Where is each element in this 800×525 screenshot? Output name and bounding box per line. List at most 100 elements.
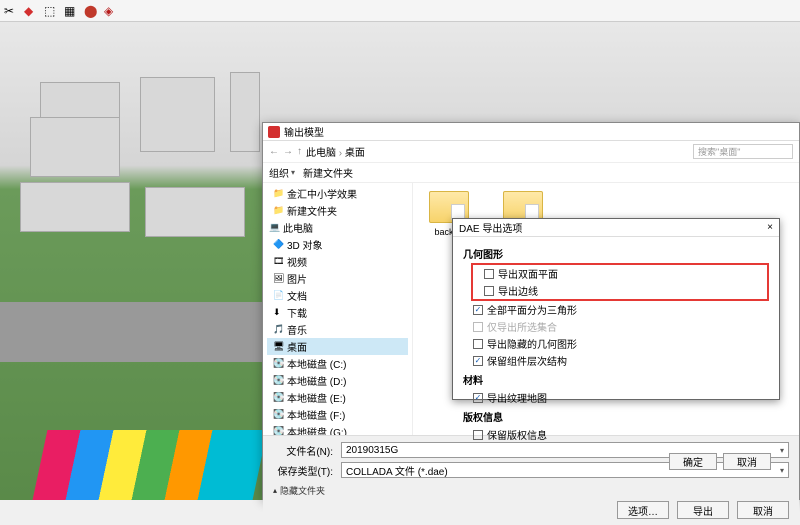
folder-icon: 💽 xyxy=(273,358,284,369)
search-input[interactable]: 搜索"桌面" xyxy=(693,144,793,159)
checkbox-label: 仅导出所选集合 xyxy=(487,319,557,334)
folder-icon: 💽 xyxy=(273,409,284,420)
options-cancel-button[interactable]: 取消 xyxy=(723,453,771,470)
checkbox-label: 保留组件层次结构 xyxy=(487,353,567,368)
tree-node-label: 本地磁盘 (C:) xyxy=(287,356,346,371)
export-button[interactable]: 导出 xyxy=(677,501,729,519)
tree-node[interactable]: 💽本地磁盘 (D:) xyxy=(267,372,408,389)
tree-node[interactable]: 📁新建文件夹 xyxy=(267,202,408,219)
tree-node-label: 本地磁盘 (G:) xyxy=(287,424,347,435)
tree-node[interactable]: 🖥桌面 xyxy=(267,338,408,355)
cancel-button[interactable]: 取消 xyxy=(737,501,789,519)
nav-up-icon[interactable]: ↑ xyxy=(297,146,302,157)
tree-node-label: 文档 xyxy=(287,288,307,303)
building-model xyxy=(30,117,120,177)
checkbox-label: 导出边线 xyxy=(498,283,538,298)
filetype-label: 保存类型(T): xyxy=(273,463,333,478)
building-model xyxy=(145,187,245,237)
checkbox-row[interactable]: ✓导出纹理地图 xyxy=(463,389,769,406)
checkbox-row[interactable]: 导出隐藏的几何图形 xyxy=(463,335,769,352)
paint-icon[interactable]: ⬤ xyxy=(84,4,98,18)
options-title: DAE 导出选项 xyxy=(459,220,522,235)
checkbox-icon xyxy=(473,339,483,349)
tree-node[interactable]: 💽本地磁盘 (E:) xyxy=(267,389,408,406)
ok-button[interactable]: 确定 xyxy=(669,453,717,470)
dae-export-options-dialog: DAE 导出选项 × 几何图形导出双面平面导出边线✓全部平面分为三角形仅导出所选… xyxy=(452,218,780,400)
tree-node-label: 本地磁盘 (E:) xyxy=(287,390,346,405)
checkbox-icon xyxy=(484,286,494,296)
tree-node-label: 新建文件夹 xyxy=(287,203,337,218)
folder-icon: 💽 xyxy=(273,375,284,386)
tree-node-label: 本地磁盘 (F:) xyxy=(287,407,345,422)
tree-node[interactable]: 🎵音乐 xyxy=(267,321,408,338)
breadcrumb[interactable]: 此电脑桌面 xyxy=(306,144,689,159)
tree-node[interactable]: 🖼图片 xyxy=(267,270,408,287)
checkbox-label: 导出隐藏的几何图形 xyxy=(487,336,577,351)
tree-node-label: 下载 xyxy=(287,305,307,320)
tree-node[interactable]: 💽本地磁盘 (G:) xyxy=(267,423,408,435)
tree-node[interactable]: 📄文档 xyxy=(267,287,408,304)
checkbox-icon xyxy=(473,322,483,332)
dialog-titlebar[interactable]: 输出模型 xyxy=(263,123,799,141)
checkbox-row[interactable]: 保留版权信息 xyxy=(463,426,769,443)
checkbox-icon: ✓ xyxy=(473,305,483,315)
checkbox-row[interactable]: 导出双面平面 xyxy=(474,265,766,282)
dialog-title: 输出模型 xyxy=(284,124,324,139)
checkbox-label: 导出双面平面 xyxy=(498,266,558,281)
tree-node-label: 音乐 xyxy=(287,322,307,337)
nav-forward-icon[interactable]: → xyxy=(283,146,293,157)
tree-node[interactable]: 📁金汇中小学效果 xyxy=(267,185,408,202)
material-icon[interactable]: ▦ xyxy=(64,4,78,18)
colorful-building-model xyxy=(33,430,268,500)
folder-icon: 💽 xyxy=(273,392,284,403)
tree-node[interactable]: 🎞视频 xyxy=(267,253,408,270)
dialog-nav: ← → ↑ 此电脑桌面 搜索"桌面" xyxy=(263,141,799,163)
folder-icon: 🖼 xyxy=(273,273,284,284)
main-toolbar: ✂ ◆ ⬚ ▦ ⬤ ◈ xyxy=(0,0,800,22)
group-header: 版权信息 xyxy=(463,409,769,424)
options-titlebar[interactable]: DAE 导出选项 × xyxy=(453,219,779,237)
close-icon[interactable]: × xyxy=(767,222,773,233)
checkbox-icon xyxy=(484,269,494,279)
folder-icon: 🎞 xyxy=(273,256,284,267)
checkbox-label: 全部平面分为三角形 xyxy=(487,302,577,317)
folder-icon: 💽 xyxy=(273,426,284,435)
tree-node[interactable]: ⬇下载 xyxy=(267,304,408,321)
wireframe-icon[interactable]: ⬚ xyxy=(44,4,58,18)
checkbox-row[interactable]: ✓ 全部平面分为三角形 xyxy=(463,301,769,318)
tree-node[interactable]: 🔷3D 对象 xyxy=(267,236,408,253)
tree-node-label: 视频 xyxy=(287,254,307,269)
tree-node[interactable]: 💻此电脑 xyxy=(267,219,408,236)
checkbox-label: 保留版权信息 xyxy=(487,427,547,442)
highlighted-options: 导出双面平面导出边线 xyxy=(471,263,769,301)
hide-folders-toggle[interactable]: 隐藏文件夹 xyxy=(273,484,325,497)
folder-tree[interactable]: 📁金汇中小学效果📁新建文件夹💻此电脑🔷3D 对象🎞视频🖼图片📄文档⬇下载🎵音乐🖥… xyxy=(263,183,413,435)
checkbox-icon xyxy=(473,430,483,440)
folder-icon: 📁 xyxy=(273,188,284,199)
red-diamond-icon[interactable]: ◆ xyxy=(24,4,38,18)
tree-node[interactable]: 💽本地磁盘 (C:) xyxy=(267,355,408,372)
checkbox-row[interactable]: 导出边线 xyxy=(474,282,766,299)
tree-node-label: 3D 对象 xyxy=(287,237,323,252)
tree-node-label: 此电脑 xyxy=(283,220,313,235)
tree-node-label: 本地磁盘 (D:) xyxy=(287,373,346,388)
filename-label: 文件名(N): xyxy=(273,443,333,458)
checkbox-row[interactable]: ✓保留组件层次结构 xyxy=(463,352,769,369)
building-model xyxy=(140,77,215,152)
group-header: 材料 xyxy=(463,372,769,387)
building-model xyxy=(20,182,130,232)
new-folder-button[interactable]: 新建文件夹 xyxy=(303,165,353,180)
checkbox-icon: ✓ xyxy=(473,393,483,403)
folder-icon: 🖥 xyxy=(273,341,284,352)
folder-icon: 📄 xyxy=(273,290,284,301)
scissors-icon[interactable]: ✂ xyxy=(4,4,18,18)
options-button[interactable]: 选项… xyxy=(617,501,669,519)
dialog-command-bar: 组织 新建文件夹 xyxy=(263,163,799,183)
organize-button[interactable]: 组织 xyxy=(269,165,295,180)
building-model xyxy=(230,72,260,152)
folder-icon: 💻 xyxy=(269,222,280,233)
nav-back-icon[interactable]: ← xyxy=(269,146,279,157)
tree-node[interactable]: 💽本地磁盘 (F:) xyxy=(267,406,408,423)
ruby-icon[interactable]: ◈ xyxy=(104,4,118,18)
folder-icon: 🔷 xyxy=(273,239,284,250)
